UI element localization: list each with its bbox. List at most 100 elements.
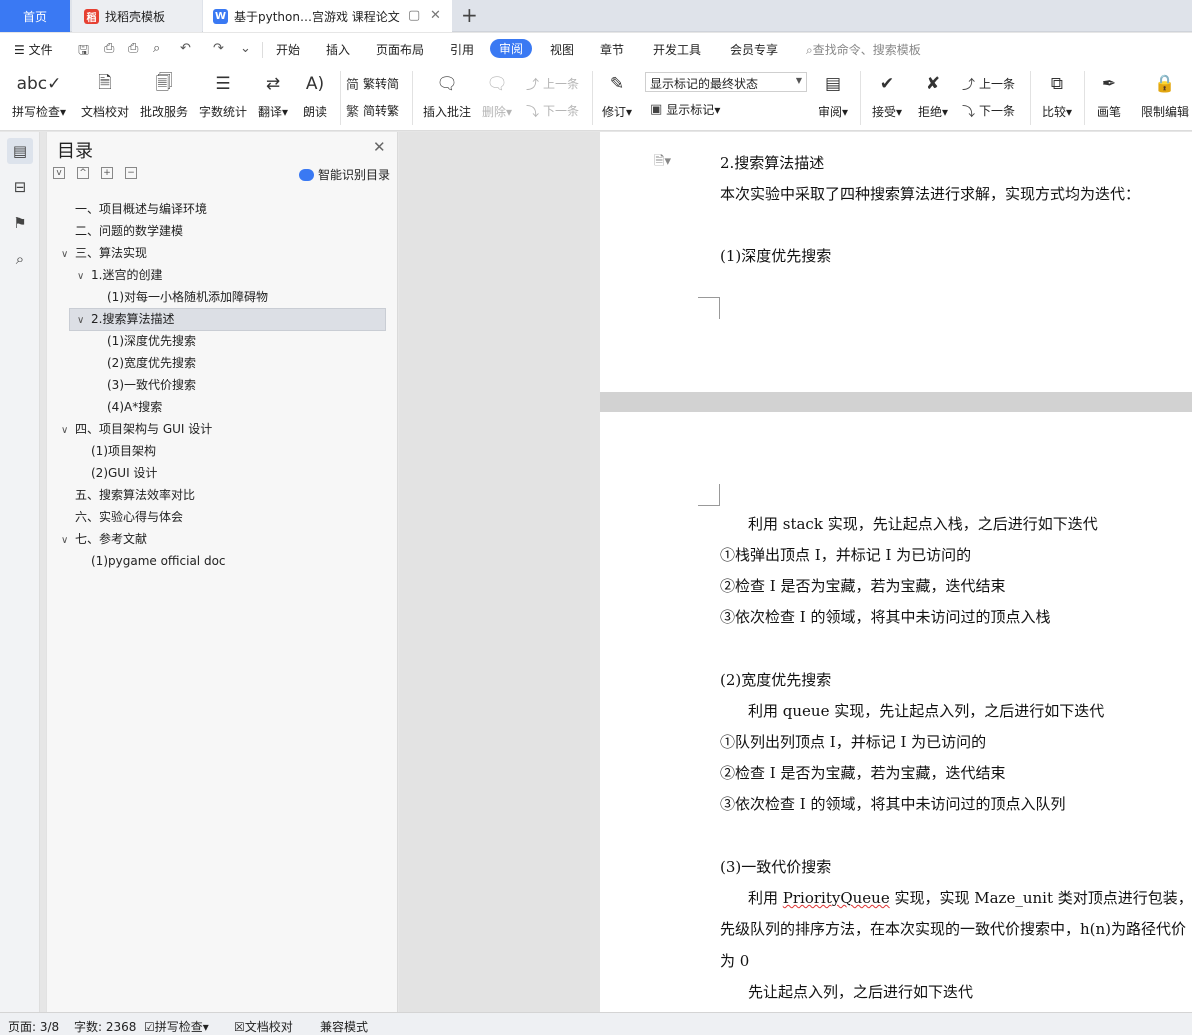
next-change-label: 下一条 [979,104,1016,118]
tab-close-icon[interactable]: ✕ [430,8,441,23]
chevron-down-icon[interactable]: ∨ [77,310,91,332]
toc-item[interactable]: (3)一致代价搜索 [93,374,196,396]
toc-item[interactable]: 五、搜索算法效率对比 [61,484,195,506]
toc-item[interactable]: (1)项目架构 [77,440,156,462]
menu-view[interactable]: 视图 [550,41,574,58]
tab-home[interactable]: 首页 [0,0,70,32]
toc-item[interactable]: ∨ 四、项目架构与 GUI 设计 [61,418,212,440]
toc-item[interactable]: (2)宽度优先搜索 [93,352,196,374]
customize-toolbar-icon[interactable]: ⌄ [240,41,251,56]
menu-developer[interactable]: 开发工具 [653,41,701,58]
markup-state-select[interactable]: 显示标记的最终状态 ▼ [645,72,807,92]
doc-proof-button[interactable]: 🗎 文档校对 [76,71,134,120]
tab-pin-icon[interactable]: ▢ [408,8,420,23]
show-markup-button[interactable]: ▣ 显示标记 ▾ [650,101,720,118]
toc-item-label: (1)项目架构 [91,444,156,458]
add-heading-icon[interactable]: + [101,167,113,179]
chevron-down-icon[interactable]: ∨ [61,420,75,442]
read-aloud-button[interactable]: A) 朗读 [298,71,332,120]
smart-toc-button[interactable]: 智能识别目录 [299,166,390,183]
export-pdf-icon[interactable]: ⎙ [104,41,114,56]
bookmark-icon[interactable]: ⚑ [7,210,33,236]
menu-section[interactable]: 章节 [600,41,624,58]
word-count-indicator[interactable]: 字数: 2368 [74,1018,136,1035]
menu-references[interactable]: 引用 [450,41,474,58]
chevron-down-icon[interactable]: ∨ [77,266,91,288]
accept-button[interactable]: ✔ 接受▾ [868,71,906,120]
track-changes-button[interactable]: ✎ 修订▾ [598,71,636,120]
spell-check-label: 拼写检查 [11,105,60,119]
command-search[interactable]: ⌕查找命令、搜索模板 [806,41,921,58]
remove-heading-icon[interactable]: − [125,167,137,179]
ribbon-divider [412,71,413,125]
chapter-nav-icon[interactable]: ⊟ [7,174,33,200]
menu-insert[interactable]: 插入 [326,41,350,58]
print-preview-icon[interactable]: ⌕ [153,41,160,56]
ink-button[interactable]: ✒ 画笔 [1092,71,1126,120]
toc-item-label: 四、项目架构与 GUI 设计 [75,422,213,436]
next-change-button[interactable]: ⤵ 下一条 [962,101,1015,120]
toc-item[interactable]: ∨ 1.迷宫的创建 [77,264,162,286]
close-icon[interactable]: ✕ [373,138,386,156]
toc-item[interactable]: (1)pygame official doc [77,550,226,572]
delete-comment-button[interactable]: 🗨 删除▾ [478,71,516,120]
status-bar: 页面: 3/8 字数: 2368 ☑拼写检查▾ ☒文档校对 兼容模式 [0,1012,1192,1035]
restrict-edit-button[interactable]: 🔒 限制编辑 [1138,71,1192,120]
status-proof-label: 文档校对 [244,1020,293,1034]
status-doc-proof[interactable]: ☒文档校对 [234,1018,293,1035]
prev-change-button[interactable]: ⤴ 上一条 [962,74,1015,93]
next-comment-button[interactable]: ⤵ 下一条 [526,101,579,120]
menu-start[interactable]: 开始 [276,41,300,58]
toc-item[interactable]: 二、问题的数学建模 [61,220,183,242]
next-comment-label: 下一条 [543,104,580,118]
toc-item[interactable]: ∨ 七、参考文献 [61,528,147,550]
toc-item-label: (3)一致代价搜索 [107,378,196,392]
page-indicator[interactable]: 页面: 3/8 [8,1018,59,1035]
reject-button[interactable]: ✘ 拒绝▾ [914,71,952,120]
review-pane-button[interactable]: ▤ 审阅▾ [814,71,852,120]
toc-item[interactable]: 六、实验心得与体会 [61,506,183,528]
paragraph-menu-icon[interactable]: 🗎▾ [654,152,671,174]
insert-comment-button[interactable]: 🗨 插入批注 [420,71,474,120]
restrict-edit-label: 限制编辑 [1140,105,1189,119]
page-corner-mark [698,484,720,506]
toc-nav-icon[interactable]: ▤ [7,138,33,164]
menu-page-layout[interactable]: 页面布局 [376,41,424,58]
expand-up-icon[interactable]: ^ [77,167,89,179]
new-tab-icon[interactable]: + [461,3,478,27]
spelling-flagged-word[interactable]: PriorityQueue [783,889,890,907]
undo-icon[interactable]: ↶ [180,41,191,56]
print-icon[interactable]: ⎙ [128,41,138,56]
simp-to-trad-button[interactable]: 繁简转繁 [346,101,399,120]
paragraph: 利用 queue 实现，先让起点入列，之后进行如下迭代 [748,702,1105,720]
spell-check-button[interactable]: abc✓ 拼写检查▾ [8,71,70,120]
lock-icon: 🔒 [1154,74,1176,94]
trad-to-simp-button[interactable]: 简繁转简 [346,74,399,93]
toc-item-label: (4)A*搜索 [107,400,163,414]
find-icon[interactable]: ⌕ [7,246,33,272]
compare-button[interactable]: ⧉ 比较▾ [1038,71,1076,120]
toc-item[interactable]: ∨ 2.搜索算法描述 [77,308,174,330]
translate-button[interactable]: ⇄ 翻译▾ [254,71,292,120]
save-icon[interactable]: 🖫 [78,41,89,63]
toc-item[interactable]: ∨ 三、算法实现 [61,242,147,264]
toc-item[interactable]: (4)A*搜索 [93,396,162,418]
tab-template[interactable]: 稻 找稻壳模板 [72,0,202,32]
toc-item[interactable]: (1)深度优先搜索 [93,330,196,352]
status-spell-check[interactable]: ☑拼写检查▾ [144,1018,209,1035]
toc-item[interactable]: 一、项目概述与编译环境 [61,198,207,220]
collapse-all-icon[interactable]: v [53,167,65,179]
paragraph: 利用 stack 实现，先让起点入栈，之后进行如下迭代 [748,515,1098,533]
review-service-button[interactable]: 🗐 批改服务 [136,71,192,120]
toc-item[interactable]: (1)对每一小格随机添加障碍物 [93,286,268,308]
chevron-down-icon[interactable]: ∨ [61,244,75,266]
prev-comment-button[interactable]: ⤴ 上一条 [526,74,579,93]
word-count-button[interactable]: ☰ 字数统计 [196,71,250,120]
toc-item[interactable]: (2)GUI 设计 [77,462,157,484]
doc-proof-icon: 🗎 [98,72,112,93]
redo-icon[interactable]: ↷ [213,41,224,56]
chevron-down-icon[interactable]: ∨ [61,530,75,552]
file-menu[interactable]: ☰ 文件 [14,41,53,58]
menu-member[interactable]: 会员专享 [730,41,778,58]
menu-review[interactable]: 审阅 [490,39,533,58]
